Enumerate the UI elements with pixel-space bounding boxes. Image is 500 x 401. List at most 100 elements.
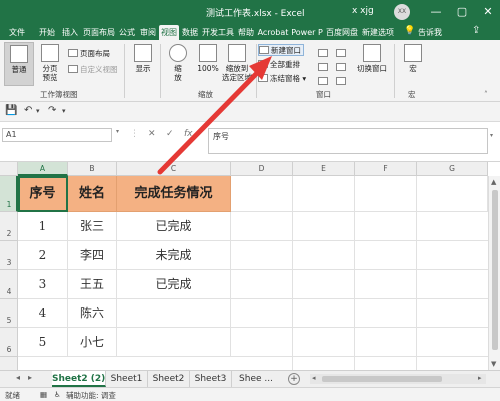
tab-new-options[interactable]: 新建选项: [360, 25, 396, 40]
name-box[interactable]: A1: [2, 128, 112, 142]
formula-bar-drag-handle[interactable]: ⋮: [130, 129, 139, 139]
row-header-1[interactable]: 1: [0, 176, 18, 212]
close-button[interactable]: ✕: [478, 2, 498, 22]
zoom-100-button[interactable]: 100%: [193, 42, 223, 86]
page-layout-view-button[interactable]: 页面布局: [68, 48, 110, 60]
tab-baidu-netdisk[interactable]: 百度网盘: [325, 25, 359, 40]
synchronous-scrolling-button[interactable]: [336, 62, 348, 74]
worksheet-grid[interactable]: A B C D E F G 1 2 3 4 5 6 7 序号 姓名 完成任务情况…: [0, 162, 500, 370]
reset-window-position-button[interactable]: [336, 76, 348, 88]
unhide-button[interactable]: [318, 76, 330, 88]
cell-b4[interactable]: 王五: [68, 270, 117, 299]
tell-me-search[interactable]: 告诉我: [418, 25, 442, 40]
show-button[interactable]: 显示: [128, 42, 158, 86]
scroll-right-icon[interactable]: ▸: [478, 374, 482, 382]
vertical-scrollbar[interactable]: ▲ ▼: [488, 176, 500, 370]
redo-icon[interactable]: ↷: [48, 105, 56, 116]
tab-power-pivot[interactable]: Power P: [290, 25, 324, 40]
normal-view-button[interactable]: 普通: [4, 42, 34, 86]
horizontal-scroll-thumb[interactable]: [322, 376, 442, 382]
cell-b6[interactable]: 小七: [68, 328, 117, 357]
column-header-c[interactable]: C: [117, 162, 231, 176]
expand-formula-bar-icon[interactable]: ▾: [490, 132, 493, 139]
tab-insert[interactable]: 插入: [59, 25, 81, 40]
accessibility-status[interactable]: 辅助功能: 调查: [66, 390, 116, 401]
empty-row-4[interactable]: [231, 270, 488, 299]
empty-row-6[interactable]: [231, 328, 488, 357]
tab-view[interactable]: 视图: [159, 25, 179, 40]
cell-b3[interactable]: 李四: [68, 241, 117, 270]
cell-g1[interactable]: [417, 176, 488, 212]
row-header-2[interactable]: 2: [0, 212, 18, 241]
row-header-4[interactable]: 4: [0, 270, 18, 299]
column-header-d[interactable]: D: [231, 162, 293, 176]
sheet-tab-sheet2[interactable]: Sheet2: [148, 371, 190, 387]
user-name[interactable]: x xjg: [352, 6, 374, 16]
empty-row-5[interactable]: [231, 299, 488, 328]
name-box-dropdown-icon[interactable]: ▾: [116, 128, 119, 135]
tab-formulas[interactable]: 公式: [117, 25, 137, 40]
new-window-button[interactable]: 新建窗口: [258, 44, 304, 56]
row-header-3[interactable]: 3: [0, 241, 18, 270]
cell-d1[interactable]: [231, 176, 293, 212]
tab-file[interactable]: 文件: [6, 25, 28, 40]
sheet-tab-sheet1[interactable]: Sheet1: [106, 371, 148, 387]
tab-acrobat[interactable]: Acrobat: [257, 25, 289, 40]
tab-help[interactable]: 帮助: [236, 25, 256, 40]
next-sheet-icon[interactable]: ▸: [28, 373, 32, 382]
add-sheet-icon[interactable]: +: [288, 373, 300, 385]
row-header-5[interactable]: 5: [0, 299, 18, 328]
cell-c6[interactable]: [117, 328, 231, 357]
page-break-preview-button[interactable]: 分页 预览: [35, 42, 65, 86]
undo-dropdown-icon[interactable]: ▾: [36, 107, 40, 115]
empty-row-7[interactable]: [18, 357, 488, 370]
split-button[interactable]: [318, 48, 330, 60]
horizontal-scrollbar[interactable]: ◂ ▸: [310, 374, 486, 384]
tab-review[interactable]: 审阅: [138, 25, 158, 40]
view-side-by-side-button[interactable]: [336, 48, 348, 60]
scroll-up-icon[interactable]: ▲: [491, 178, 496, 186]
cell-c2[interactable]: 已完成: [117, 212, 231, 241]
cell-c1[interactable]: 完成任务情况: [117, 176, 231, 212]
cell-e1[interactable]: [293, 176, 355, 212]
cell-c4[interactable]: 已完成: [117, 270, 231, 299]
cancel-icon[interactable]: ✕: [148, 129, 156, 139]
zoom-button[interactable]: 缩 放: [163, 42, 193, 86]
scroll-down-icon[interactable]: ▼: [491, 360, 496, 368]
prev-sheet-icon[interactable]: ◂: [16, 373, 20, 382]
row-header-6[interactable]: 6: [0, 328, 18, 357]
select-all-corner[interactable]: [0, 162, 18, 176]
vertical-scroll-thumb[interactable]: [492, 190, 498, 350]
sheet-tab-more[interactable]: Shee ...: [232, 371, 280, 387]
sheet-tab-sheet3[interactable]: Sheet3: [190, 371, 232, 387]
tab-home[interactable]: 开始: [36, 25, 58, 40]
cell-b5[interactable]: 陈六: [68, 299, 117, 328]
tab-developer[interactable]: 开发工具: [201, 25, 235, 40]
save-icon[interactable]: 💾: [5, 105, 17, 116]
zoom-to-selection-button[interactable]: 缩放到 选定区域: [220, 42, 254, 86]
cell-a6[interactable]: 5: [18, 328, 68, 357]
tab-page-layout[interactable]: 页面布局: [82, 25, 116, 40]
cell-a4[interactable]: 3: [18, 270, 68, 299]
lightbulb-icon[interactable]: 💡: [404, 26, 415, 36]
cell-b2[interactable]: 张三: [68, 212, 117, 241]
cell-b1[interactable]: 姓名: [68, 176, 117, 212]
share-icon[interactable]: ⇪: [472, 25, 480, 36]
cell-a2[interactable]: 1: [18, 212, 68, 241]
enter-icon[interactable]: ✓: [166, 129, 174, 139]
switch-windows-button[interactable]: 切换窗口: [353, 42, 391, 86]
hide-button[interactable]: [318, 62, 330, 74]
column-header-a[interactable]: A: [18, 162, 68, 176]
minimize-button[interactable]: —: [426, 2, 446, 22]
cell-a5[interactable]: 4: [18, 299, 68, 328]
cell-a1[interactable]: 序号: [18, 176, 68, 212]
column-header-b[interactable]: B: [68, 162, 117, 176]
undo-icon[interactable]: ↶: [24, 105, 32, 116]
restore-button[interactable]: ▢: [452, 2, 472, 22]
freeze-panes-button[interactable]: 冻结窗格 ▾: [258, 73, 306, 85]
row-header-7[interactable]: 7: [0, 357, 18, 370]
customize-qat-icon[interactable]: ▾: [62, 107, 66, 115]
formula-input[interactable]: 序号: [208, 128, 488, 154]
cell-c3[interactable]: 未完成: [117, 241, 231, 270]
sheet-tab-sheet2-2[interactable]: Sheet2 (2): [52, 371, 106, 387]
